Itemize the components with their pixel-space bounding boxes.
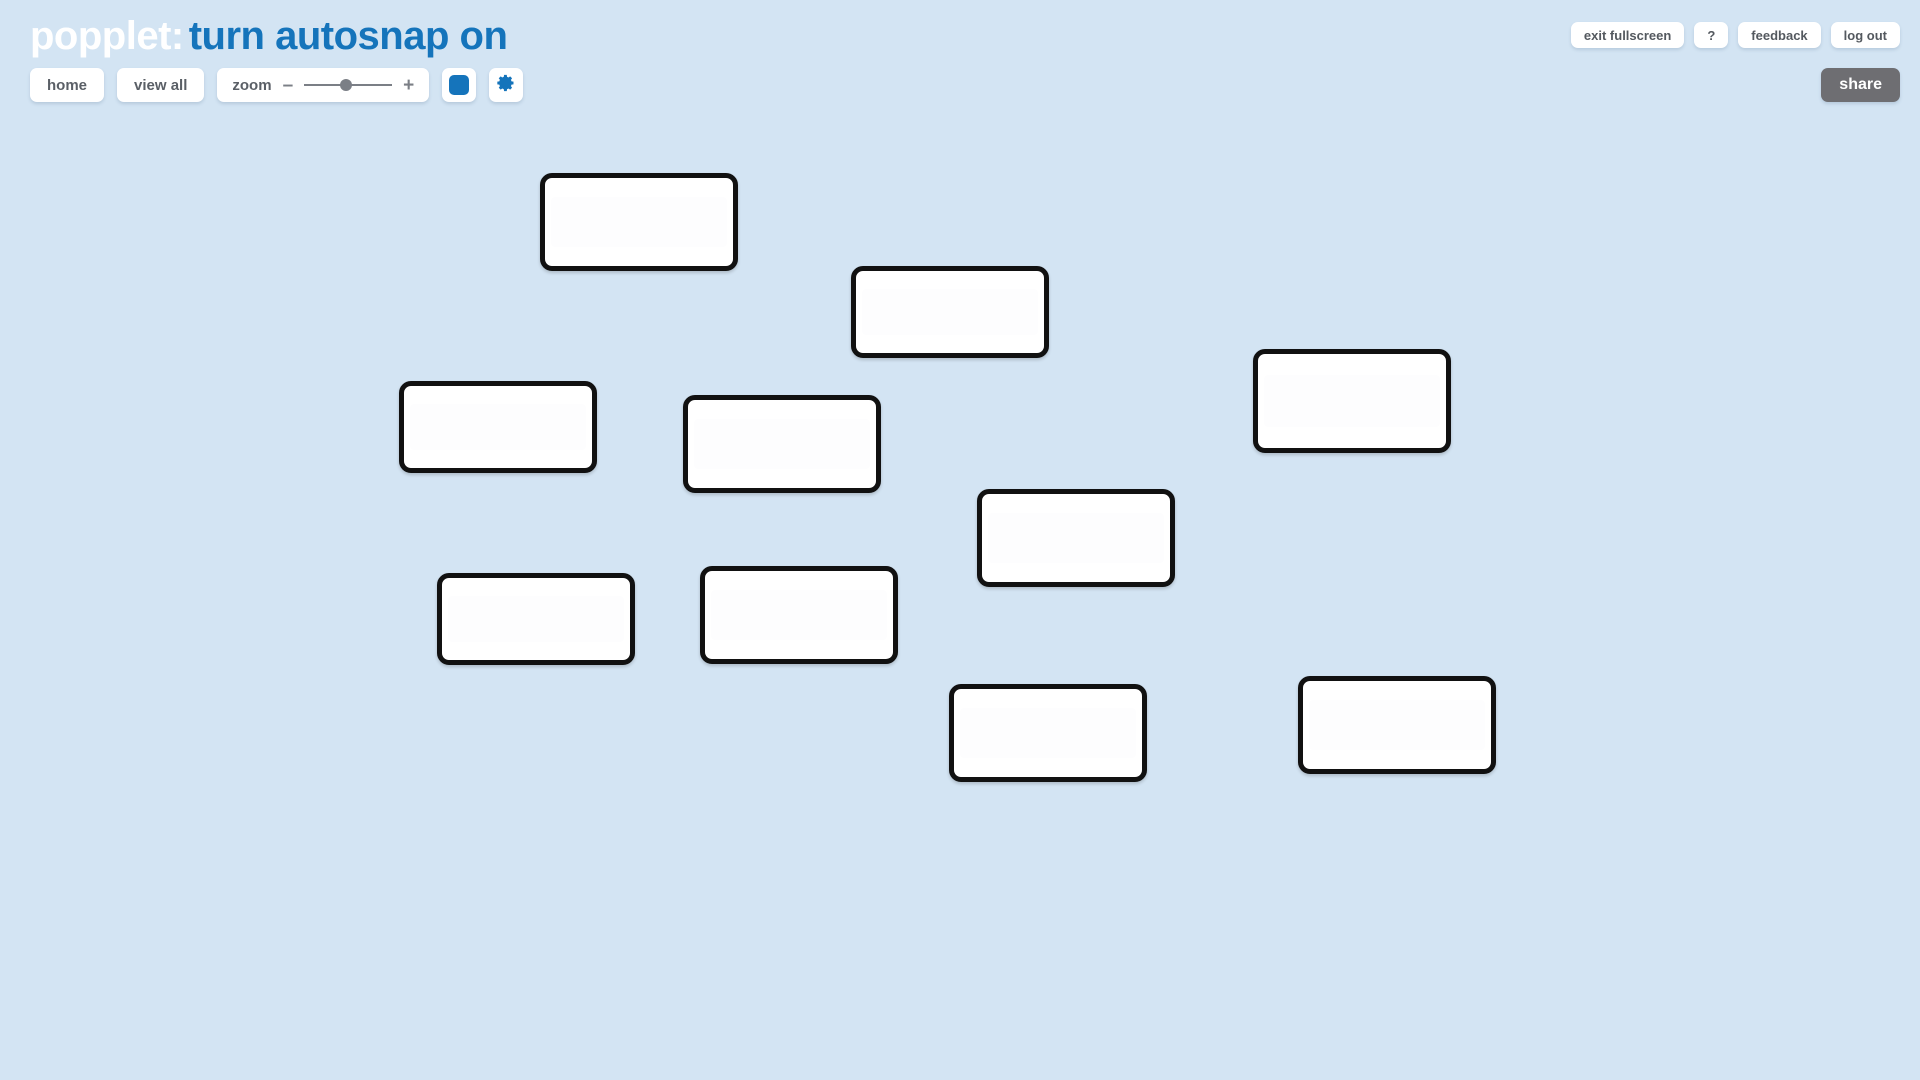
share-button[interactable]: share <box>1821 68 1900 102</box>
settings-button[interactable] <box>489 68 524 102</box>
feedback-button[interactable]: feedback <box>1738 22 1821 48</box>
app-header: popplet: turn autosnap on home view all … <box>0 0 1920 115</box>
popplet-box[interactable] <box>700 566 898 664</box>
popplet-inner-area <box>960 708 1136 758</box>
popplet-inner-area <box>711 590 887 640</box>
popplet-box[interactable] <box>977 489 1175 587</box>
document-title[interactable]: turn autosnap on <box>189 14 508 59</box>
popplet-box[interactable] <box>540 173 738 271</box>
color-picker-button[interactable] <box>442 68 477 102</box>
popplet-inner-area <box>988 513 1164 563</box>
zoom-label: zoom <box>232 76 272 94</box>
popplet-box[interactable] <box>1298 676 1496 774</box>
popplet-box[interactable] <box>399 381 597 473</box>
popplet-box[interactable] <box>1253 349 1451 453</box>
zoom-in-icon[interactable]: + <box>403 76 414 95</box>
popplet-inner-area <box>448 596 624 642</box>
popplet-inner-area <box>1309 700 1485 750</box>
view-all-button[interactable]: view all <box>117 68 205 102</box>
top-right-controls: exit fullscreen ? feedback log out <box>1570 22 1900 48</box>
popplet-inner-area <box>1264 374 1440 428</box>
popplet-inner-area <box>551 197 727 247</box>
left-toolbar: home view all zoom – + <box>30 68 524 102</box>
popplet-box[interactable] <box>949 684 1147 782</box>
brand-logo[interactable]: popplet: <box>30 14 184 59</box>
home-button[interactable]: home <box>30 68 105 102</box>
help-button[interactable]: ? <box>1694 22 1729 48</box>
zoom-slider-handle[interactable] <box>340 79 353 91</box>
zoom-out-icon[interactable]: – <box>283 76 294 95</box>
popplet-canvas[interactable] <box>0 0 1920 1080</box>
popplet-inner-area <box>410 404 586 450</box>
exit-fullscreen-button[interactable]: exit fullscreen <box>1570 22 1685 48</box>
gear-icon <box>496 73 516 98</box>
zoom-control[interactable]: zoom – + <box>217 68 430 102</box>
popplet-box[interactable] <box>437 573 635 665</box>
title-row: popplet: turn autosnap on <box>30 14 508 59</box>
zoom-slider[interactable] <box>304 76 393 94</box>
popplet-box[interactable] <box>851 266 1049 358</box>
log-out-button[interactable]: log out <box>1830 22 1900 48</box>
popplet-box[interactable] <box>683 395 881 493</box>
color-swatch-icon <box>449 75 470 95</box>
popplet-inner-area <box>694 419 870 469</box>
popplet-inner-area <box>862 289 1038 335</box>
